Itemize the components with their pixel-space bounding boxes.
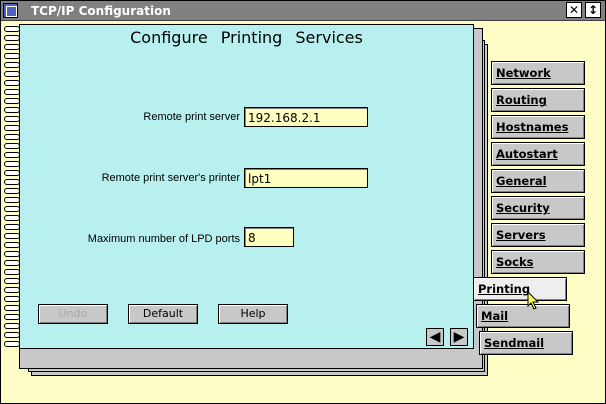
spiral-ring xyxy=(4,260,20,266)
spiral-ring xyxy=(4,332,20,338)
spiral-ring xyxy=(4,152,20,158)
title-bar[interactable]: TCP/IP Configuration ✕ ↕ xyxy=(1,1,605,21)
tab-socks[interactable]: Socks xyxy=(491,250,585,274)
spiral-ring xyxy=(4,170,20,176)
help-button[interactable]: Help xyxy=(218,304,288,324)
page-heading: Configure Printing Services xyxy=(130,28,363,47)
spiral-ring xyxy=(4,161,20,167)
mouse-pointer-icon xyxy=(527,291,540,310)
default-button[interactable]: Default xyxy=(128,304,198,324)
spiral-ring xyxy=(4,233,20,239)
tab-general[interactable]: General xyxy=(491,169,585,193)
spiral-ring xyxy=(4,242,20,248)
tab-network[interactable]: Network xyxy=(491,61,585,85)
next-page-button[interactable]: ▶ xyxy=(450,328,468,346)
spiral-ring xyxy=(4,26,20,32)
tab-autostart[interactable]: Autostart xyxy=(491,142,585,166)
spiral-ring xyxy=(4,206,20,212)
close-icon: ✕ xyxy=(568,3,580,17)
printing-page: Configure Printing Services Remote print… xyxy=(19,24,474,349)
window-title: TCP/IP Configuration xyxy=(31,4,171,18)
remote-printer-input[interactable]: lpt1 xyxy=(244,168,368,188)
maximize-icon: ↕ xyxy=(587,3,599,17)
spiral-ring xyxy=(4,143,20,149)
spiral-ring xyxy=(4,314,20,320)
spiral-ring xyxy=(4,251,20,257)
tcpip-configuration-window: TCP/IP Configuration ✕ ↕ Configure Print… xyxy=(0,0,606,404)
spiral-ring xyxy=(4,35,20,41)
spiral-ring xyxy=(4,278,20,284)
arrow-left-icon: ◀ xyxy=(429,329,441,345)
max-lpd-ports-label: Maximum number of LPD ports xyxy=(87,233,240,245)
tab-servers[interactable]: Servers xyxy=(491,223,585,247)
spiral-ring xyxy=(4,224,20,230)
remote-print-server-input[interactable]: 192.168.2.1 xyxy=(244,107,368,127)
spiral-ring xyxy=(4,296,20,302)
close-button[interactable]: ✕ xyxy=(566,2,582,18)
tab-security[interactable]: Security xyxy=(491,196,585,220)
remote-print-server-label: Remote print server xyxy=(143,111,240,123)
spiral-ring xyxy=(4,305,20,311)
spiral-ring xyxy=(4,98,20,104)
spiral-ring xyxy=(4,287,20,293)
spiral-ring xyxy=(4,269,20,275)
tab-hostnames[interactable]: Hostnames xyxy=(491,115,585,139)
tab-routing[interactable]: Routing xyxy=(491,88,585,112)
undo-button[interactable]: Undo xyxy=(38,304,108,324)
spiral-ring xyxy=(4,134,20,140)
spiral-ring xyxy=(4,323,20,329)
spiral-ring xyxy=(4,116,20,122)
tab-printing[interactable]: Printing xyxy=(473,277,567,301)
spiral-ring xyxy=(4,215,20,221)
spiral-ring xyxy=(4,89,20,95)
system-menu-icon[interactable] xyxy=(3,3,18,18)
spiral-ring xyxy=(4,341,20,347)
spiral-ring xyxy=(4,44,20,50)
spiral-ring xyxy=(4,80,20,86)
spiral-ring xyxy=(4,107,20,113)
spiral-ring xyxy=(4,125,20,131)
spiral-ring xyxy=(4,71,20,77)
spiral-ring xyxy=(4,53,20,59)
maximize-button[interactable]: ↕ xyxy=(585,2,601,18)
max-lpd-ports-input[interactable]: 8 xyxy=(244,227,294,247)
tab-sendmail[interactable]: Sendmail xyxy=(479,331,573,355)
spiral-ring xyxy=(4,179,20,185)
remote-printer-label: Remote print server's printer xyxy=(101,172,240,184)
spiral-ring xyxy=(4,62,20,68)
tab-mail[interactable]: Mail xyxy=(476,304,570,328)
spiral-ring xyxy=(4,197,20,203)
previous-page-button[interactable]: ◀ xyxy=(426,328,444,346)
spiral-ring xyxy=(4,188,20,194)
arrow-right-icon: ▶ xyxy=(453,329,465,345)
